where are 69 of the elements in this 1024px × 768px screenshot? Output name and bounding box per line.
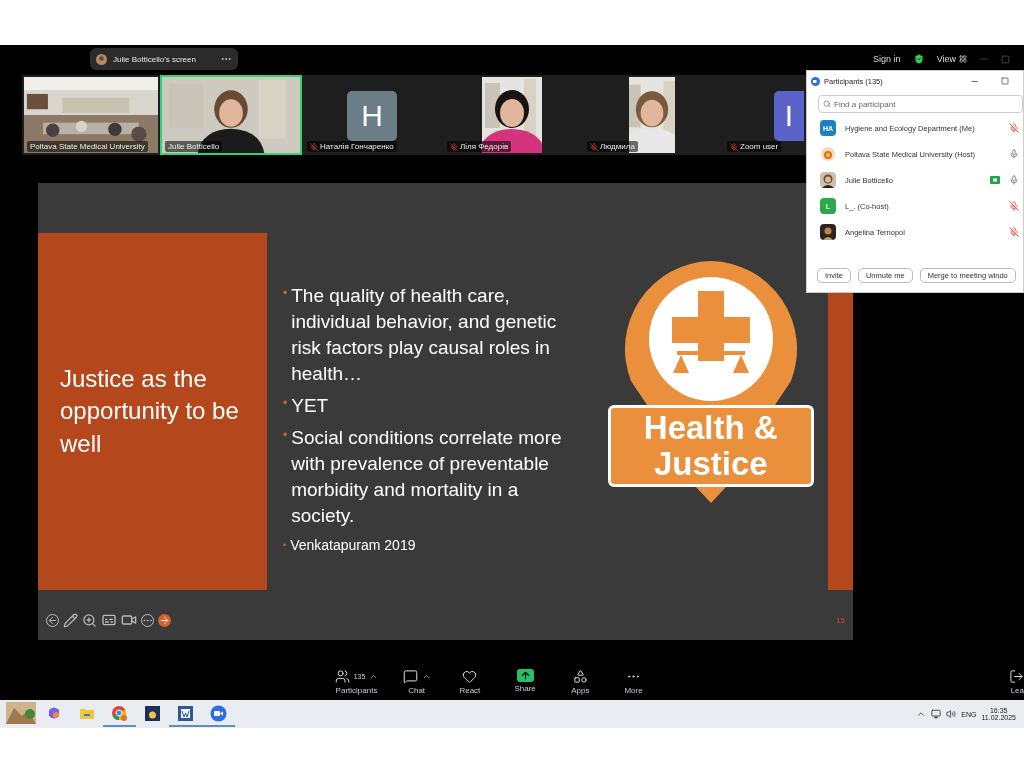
folder-icon bbox=[79, 707, 94, 719]
bullet-text: Social conditions correlate more with prevalence of preventable morbidity and mortality in a society. bbox=[291, 426, 563, 528]
participant-name: Julie Botticello bbox=[168, 142, 220, 151]
video-tile[interactable]: H Наталія Гончаренко bbox=[302, 75, 442, 155]
bullet-marker: • bbox=[283, 427, 288, 444]
participant-name: Ліля Федорів bbox=[460, 142, 509, 151]
shield-icon[interactable] bbox=[912, 53, 925, 65]
participant-name: Zoom user bbox=[740, 142, 779, 151]
avatar: H bbox=[347, 91, 397, 141]
zoom-in-icon[interactable] bbox=[82, 612, 97, 628]
caret-icon[interactable] bbox=[916, 709, 927, 719]
slide-title: Justice as the opportunity to be well bbox=[60, 363, 240, 459]
logo-text: Health & bbox=[643, 410, 778, 446]
screen-share-label: Julie Botticello's screen bbox=[113, 54, 197, 64]
video-tile[interactable]: Julie Botticello bbox=[160, 75, 302, 155]
video-tile[interactable]: Poltava State Medical University bbox=[22, 75, 160, 155]
participant-name: Людмила bbox=[600, 142, 635, 151]
next-icon[interactable] bbox=[158, 613, 171, 627]
volume-icon[interactable] bbox=[946, 709, 957, 719]
video-tile[interactable]: Людмила bbox=[582, 75, 722, 155]
zoom-icon bbox=[210, 704, 227, 722]
bullet-text: YET bbox=[291, 394, 329, 418]
heart-icon bbox=[462, 669, 478, 684]
search-field[interactable]: Find a participant bbox=[818, 95, 1023, 113]
chat-icon bbox=[402, 669, 418, 684]
person-avatar-icon bbox=[820, 224, 836, 240]
chrome-icon bbox=[111, 704, 128, 722]
document-icon bbox=[178, 705, 193, 721]
caret-icon[interactable] bbox=[421, 672, 431, 681]
bullet-marker: • bbox=[283, 395, 288, 412]
search-input[interactable]: Find a participant bbox=[834, 99, 984, 109]
camera-icon[interactable] bbox=[121, 612, 137, 628]
screen-share-indicator[interactable]: Julie Botticello's screen bbox=[90, 48, 238, 70]
network-icon[interactable] bbox=[931, 709, 942, 719]
grid-icon bbox=[959, 55, 967, 63]
share-button[interactable]: Share bbox=[497, 665, 553, 693]
search-icon bbox=[823, 100, 831, 108]
leave-icon bbox=[1009, 669, 1024, 684]
emblem-icon bbox=[820, 146, 836, 162]
bullet-marker: • bbox=[283, 539, 287, 552]
sun-icon bbox=[145, 705, 160, 721]
captions-icon[interactable] bbox=[101, 612, 117, 628]
copilot-icon bbox=[46, 706, 61, 720]
chat-button[interactable]: Chat bbox=[391, 665, 443, 695]
bullet-marker: • bbox=[283, 285, 288, 302]
bullet-text: The quality of health care, individual behavior, and genetic risk factors play causal roles in health… bbox=[291, 284, 558, 386]
citation: Venkatapuram 2019 bbox=[290, 536, 416, 555]
maximize-icon[interactable] bbox=[1001, 77, 1009, 85]
video-tile[interactable]: I Zoom user bbox=[722, 75, 806, 155]
sign-in-link[interactable]: Sign in bbox=[873, 54, 901, 64]
avatar: I bbox=[774, 91, 804, 141]
zoom-icon bbox=[811, 76, 820, 86]
participant-name: Poltava State Medical University bbox=[30, 142, 145, 151]
apps-icon bbox=[572, 669, 588, 684]
logo-text: Justice bbox=[653, 446, 768, 482]
person-avatar-icon bbox=[820, 172, 836, 188]
leave-button[interactable]: Lea bbox=[659, 665, 1024, 695]
more-button[interactable]: More bbox=[607, 665, 660, 695]
caret-icon[interactable] bbox=[369, 672, 379, 681]
person-avatar-icon bbox=[96, 53, 107, 65]
participant-name: Наталія Гончаренко bbox=[320, 142, 394, 151]
react-button[interactable]: React bbox=[442, 665, 498, 695]
pen-icon[interactable] bbox=[63, 612, 78, 628]
participants-icon bbox=[334, 669, 350, 684]
apps-button[interactable]: Apps bbox=[552, 665, 608, 695]
view-button[interactable]: View bbox=[936, 54, 967, 64]
video-tile[interactable]: Ліля Федорів bbox=[442, 75, 582, 155]
page-number: 15 bbox=[836, 615, 845, 625]
share-icon bbox=[516, 669, 534, 682]
